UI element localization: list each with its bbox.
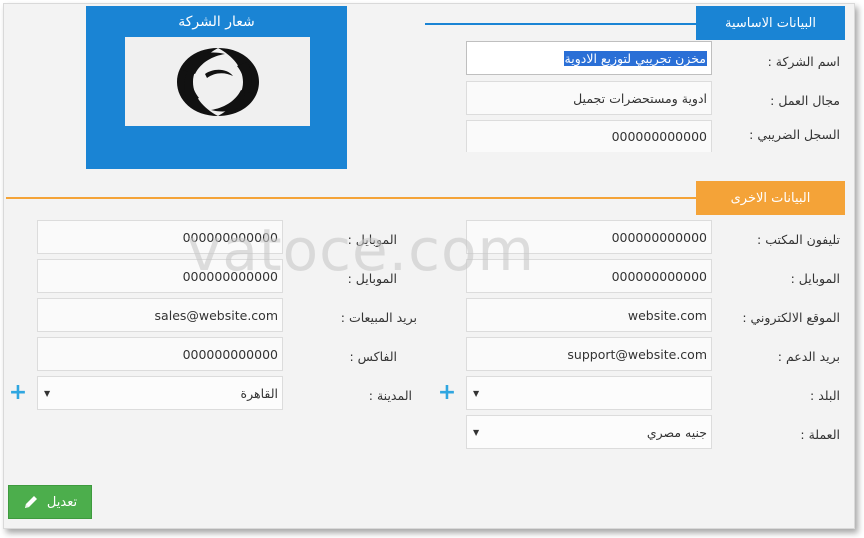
tax-register-label: السجل الضريبي : xyxy=(749,127,840,142)
company-logo-image[interactable] xyxy=(125,37,310,126)
other-section-tab: البيانات الاخرى xyxy=(696,181,845,215)
pencil-icon xyxy=(24,496,37,508)
currency-label: العملة : xyxy=(800,427,840,442)
office-phone-label: تليفون المكتب : xyxy=(757,232,840,247)
swirl-logo-icon xyxy=(176,47,259,116)
fax-input[interactable]: 000000000000 xyxy=(37,337,283,371)
basic-section-line xyxy=(425,23,701,25)
business-field-label: مجال العمل : xyxy=(770,93,840,108)
caret-down-icon: ▼ xyxy=(44,388,51,398)
company-name-input[interactable]: مخزن تجريبي لتوزيع الادوية xyxy=(466,41,712,75)
edit-button-label: تعديل xyxy=(46,494,78,510)
logo-title: شعار الشركة xyxy=(178,14,255,30)
city-label: المدينة : xyxy=(368,388,412,403)
caret-down-icon: ▼ xyxy=(473,388,480,398)
support-email-label: بريد الدعم : xyxy=(777,349,840,364)
sales-email-input[interactable]: sales@website.com xyxy=(37,298,283,332)
support-email-input[interactable]: support@website.com xyxy=(466,337,712,371)
company-name-label: اسم الشركة : xyxy=(767,54,840,69)
other-section-title: البيانات الاخرى xyxy=(730,190,811,206)
fax-label: الفاكس : xyxy=(349,349,398,364)
edit-button[interactable]: تعديل xyxy=(8,485,92,519)
other-section-line xyxy=(6,197,701,199)
sales-email-label: بريد المبيعات : xyxy=(340,310,417,325)
website-input[interactable]: website.com xyxy=(466,298,712,332)
caret-down-icon: ▼ xyxy=(473,427,480,437)
company-settings-panel: البيانات الاساسية شعار الشركة اسم الشركة… xyxy=(3,3,855,529)
business-field-input[interactable]: ادوية ومستحضرات تجميل xyxy=(466,81,712,115)
country-label: البلد : xyxy=(810,388,840,403)
tax-register-input[interactable]: 000000000000 xyxy=(466,120,712,152)
company-logo-panel[interactable]: شعار الشركة xyxy=(86,6,347,169)
mobile-label-right: الموبايل : xyxy=(790,271,840,286)
add-city-plus-icon[interactable]: + xyxy=(8,382,28,404)
website-label: الموقع الالكتروني : xyxy=(742,310,840,325)
basic-section-title: البيانات الاساسية xyxy=(725,15,816,31)
basic-section-tab: البيانات الاساسية xyxy=(696,6,845,40)
watermark-text: vatoce.com xyxy=(187,216,535,284)
city-select[interactable]: ▼ القاهرة xyxy=(37,376,283,410)
currency-select[interactable]: ▼ جنيه مصري xyxy=(466,415,712,449)
country-select[interactable]: ▼ xyxy=(466,376,712,410)
add-country-plus-icon[interactable]: + xyxy=(437,382,457,404)
